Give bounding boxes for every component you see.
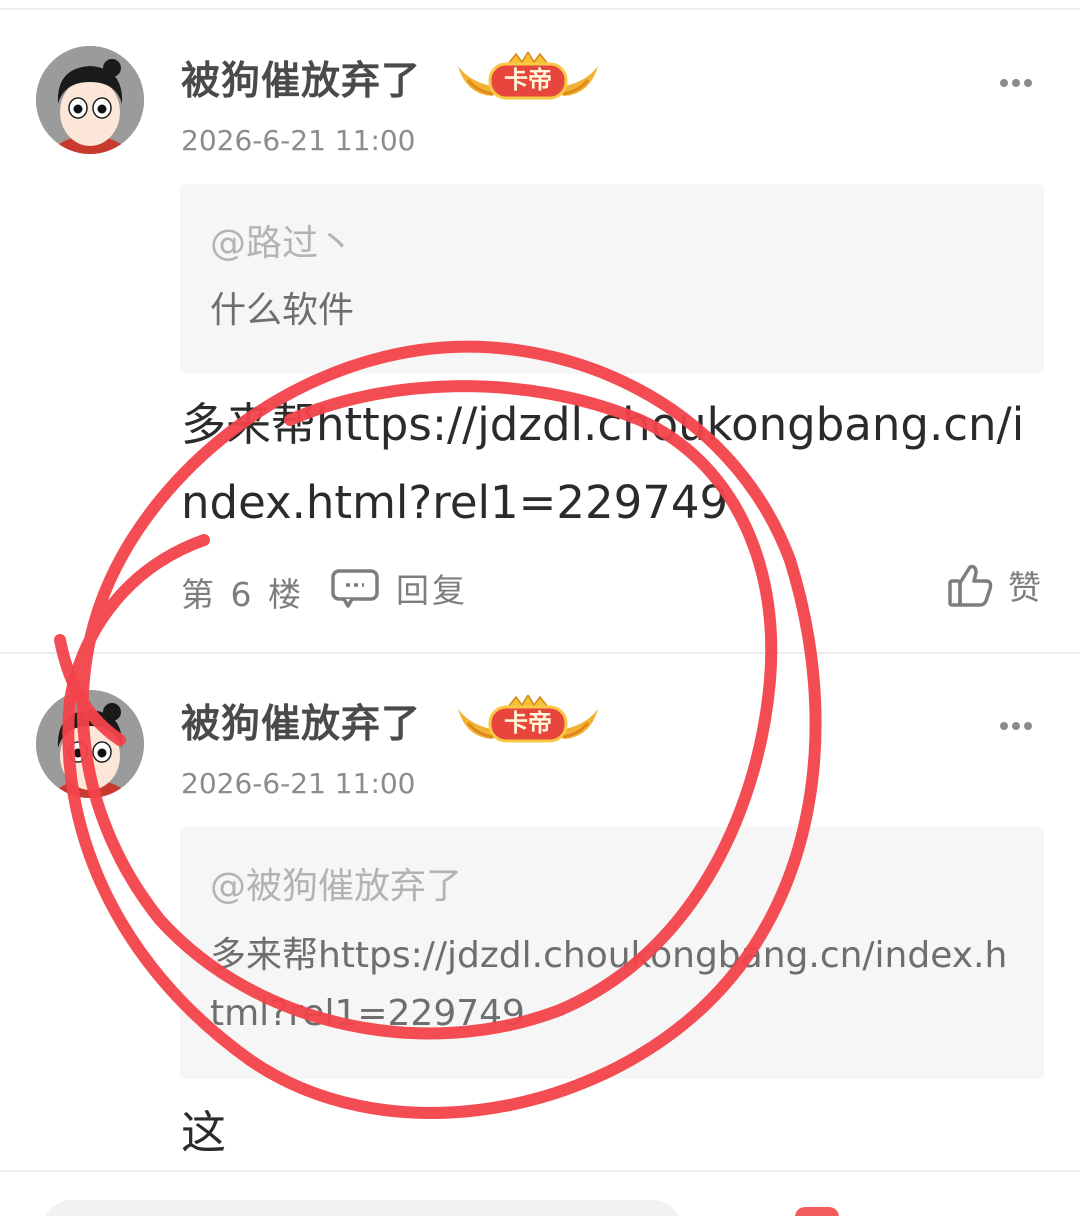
like-button[interactable]: 赞	[946, 560, 1041, 610]
avatar[interactable]	[36, 46, 144, 154]
timestamp: 2026-6-21 11:00	[181, 767, 416, 800]
bottom-divider	[0, 1170, 1080, 1172]
more-options-icon[interactable]	[1000, 72, 1040, 87]
comment-thread: 被狗催放弃了 卡帝 2026-6-21 11:00 @路过丶 什么软件 多来帮h…	[0, 0, 1080, 1216]
quote-text: 多来帮https://jdzdl.choukongbang.cn/index.h…	[210, 935, 1008, 1034]
username[interactable]: 被狗催放弃了	[181, 693, 421, 749]
quoted-comment[interactable]: @被狗催放弃了 多来帮https://jdzdl.choukongbang.cn…	[180, 827, 1044, 1079]
badge-label: 卡帝	[504, 709, 552, 737]
post-divider	[0, 652, 1080, 654]
comment-input[interactable]	[42, 1200, 682, 1216]
comment-body: 多来帮https://jdzdl.choukongbang.cn/index.h…	[181, 398, 1025, 529]
username[interactable]: 被狗催放弃了	[181, 50, 421, 106]
thumbs-up-icon	[948, 564, 993, 607]
notification-icon[interactable]	[795, 1207, 839, 1216]
timestamp: 2026-6-21 11:00	[181, 124, 416, 157]
rank-badge: 卡帝	[452, 52, 604, 108]
quote-mention[interactable]: @被狗催放弃了	[210, 857, 462, 909]
comment-icon	[331, 569, 379, 608]
comment-body: 这	[181, 1106, 227, 1159]
top-divider	[0, 8, 1080, 10]
badge-label: 卡帝	[504, 66, 552, 94]
floor-number: 第 6 楼	[181, 575, 304, 614]
avatar[interactable]	[36, 690, 144, 798]
quoted-comment[interactable]: @路过丶 什么软件	[180, 184, 1044, 374]
rank-badge: 卡帝	[452, 695, 604, 751]
reply-button[interactable]: 回复	[330, 566, 468, 610]
quote-mention[interactable]: @路过丶	[210, 214, 354, 266]
quote-text: 什么软件	[210, 290, 355, 331]
more-options-icon[interactable]	[1000, 715, 1040, 730]
like-label: 赞	[1008, 568, 1041, 607]
reply-label: 回复	[396, 571, 468, 610]
